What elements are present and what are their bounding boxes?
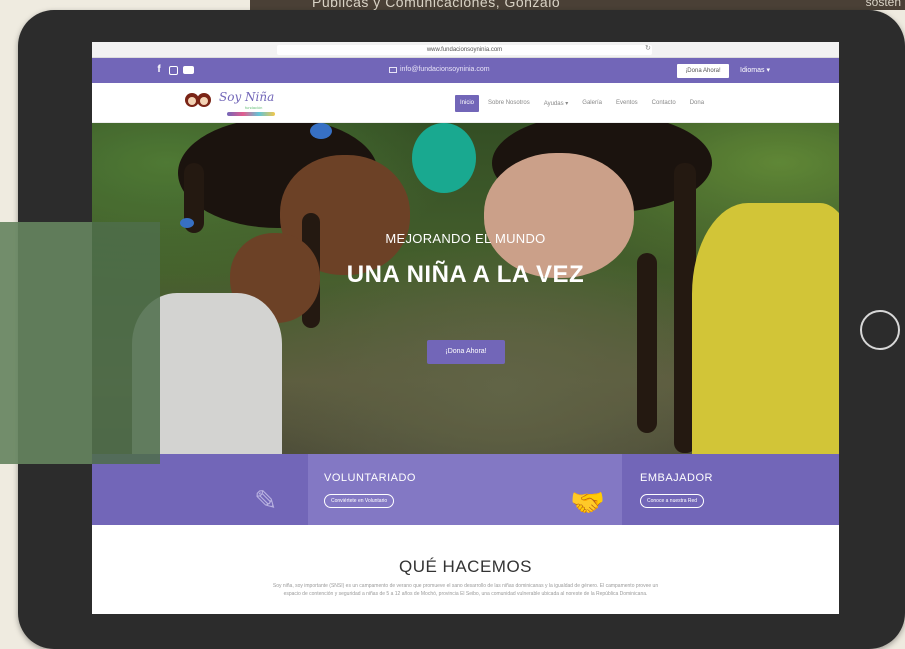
- embajador-title: EMBAJADOR: [640, 472, 713, 484]
- language-selector[interactable]: Idiomas ▾: [740, 66, 770, 74]
- voluntariado-button[interactable]: Conviértete en Voluntario: [324, 494, 395, 508]
- tablet-screen: www.fundacionsoyninia.com ↻ f info@funda…: [92, 42, 839, 614]
- logo-face-icon: [197, 93, 211, 107]
- youtube-icon[interactable]: [183, 66, 194, 74]
- embajador-button[interactable]: Conoce a nuestra Red: [640, 494, 705, 508]
- handshake-icon: 🤝: [570, 487, 605, 518]
- browser-url-bar: www.fundacionsoyninia.com ↻: [92, 42, 839, 58]
- feature-bands: ✎ VOLUNTARIADO Conviértete en Voluntario…: [92, 454, 839, 525]
- pencil-icon: ✎: [254, 485, 278, 516]
- nav-item-ayudas[interactable]: Ayudas ▾: [539, 95, 574, 112]
- hero-banner: MEJORANDO EL MUNDO UNA NIÑA A LA VEZ ¡Do…: [92, 123, 839, 454]
- hero-subtitle: MEJORANDO EL MUNDO: [385, 231, 546, 246]
- nav-item-sobre-nosotros[interactable]: Sobre Nosotros: [483, 95, 535, 112]
- contact-email[interactable]: info@fundacionsoyninia.com: [389, 66, 490, 73]
- social-links: f: [154, 64, 194, 76]
- donate-top-button[interactable]: ¡Dona Ahora!: [677, 64, 729, 78]
- nav-item-eventos[interactable]: Eventos: [611, 95, 643, 112]
- background-caption: Públicas y Comunicaciones, Gonzalo: [312, 0, 561, 10]
- band-first: ✎: [92, 454, 308, 525]
- tablet-home-button[interactable]: [860, 310, 900, 350]
- voluntariado-title: VOLUNTARIADO: [324, 472, 416, 484]
- band-voluntariado: VOLUNTARIADO Conviértete en Voluntario 🤝: [308, 454, 622, 525]
- hero-donate-button[interactable]: ¡Dona Ahora!: [427, 340, 505, 364]
- que-hacemos-section: QUÉ HACEMOS Soy niña, soy importante (SN…: [92, 525, 839, 614]
- band-embajador: EMBAJADOR Conoce a nuestra Red: [622, 454, 839, 525]
- logo-text: Soy Niña: [219, 90, 275, 104]
- section-text: Soy niña, soy importante (SNSI) es un ca…: [272, 583, 659, 597]
- hero-title: UNA NIÑA A LA VEZ: [346, 261, 585, 288]
- mail-icon: [389, 66, 397, 73]
- main-nav: Inicio Sobre Nosotros Ayudas ▾ Galería E…: [455, 95, 709, 112]
- email-text: info@fundacionsoyninia.com: [400, 66, 490, 73]
- nav-item-dona[interactable]: Dona: [685, 95, 709, 112]
- decorative-green-block: [0, 222, 160, 464]
- logo-stripe: [227, 112, 275, 116]
- section-title: QUÉ HACEMOS: [398, 557, 533, 576]
- background-caption-right: sosten: [865, 0, 901, 9]
- reload-icon[interactable]: ↻: [645, 44, 651, 52]
- url-field[interactable]: www.fundacionsoyninia.com: [277, 45, 652, 55]
- facebook-icon[interactable]: f: [154, 64, 164, 76]
- site-navbar: Soy Niña fundación Inicio Sobre Nosotros…: [92, 83, 839, 123]
- nav-item-galeria[interactable]: Galería: [577, 95, 607, 112]
- background-photo-strip: Públicas y Comunicaciones, Gonzalo soste…: [250, 0, 905, 10]
- logo-subtext: fundación: [245, 105, 263, 110]
- site-topbar: f info@fundacionsoyninia.com ¡Dona Ahora…: [92, 58, 839, 83]
- instagram-icon[interactable]: [169, 66, 178, 75]
- nav-item-contacto[interactable]: Contacto: [647, 95, 681, 112]
- site-logo[interactable]: Soy Niña fundación: [179, 88, 284, 118]
- nav-item-inicio[interactable]: Inicio: [455, 95, 480, 112]
- decorative-green-block-light: [0, 222, 92, 464]
